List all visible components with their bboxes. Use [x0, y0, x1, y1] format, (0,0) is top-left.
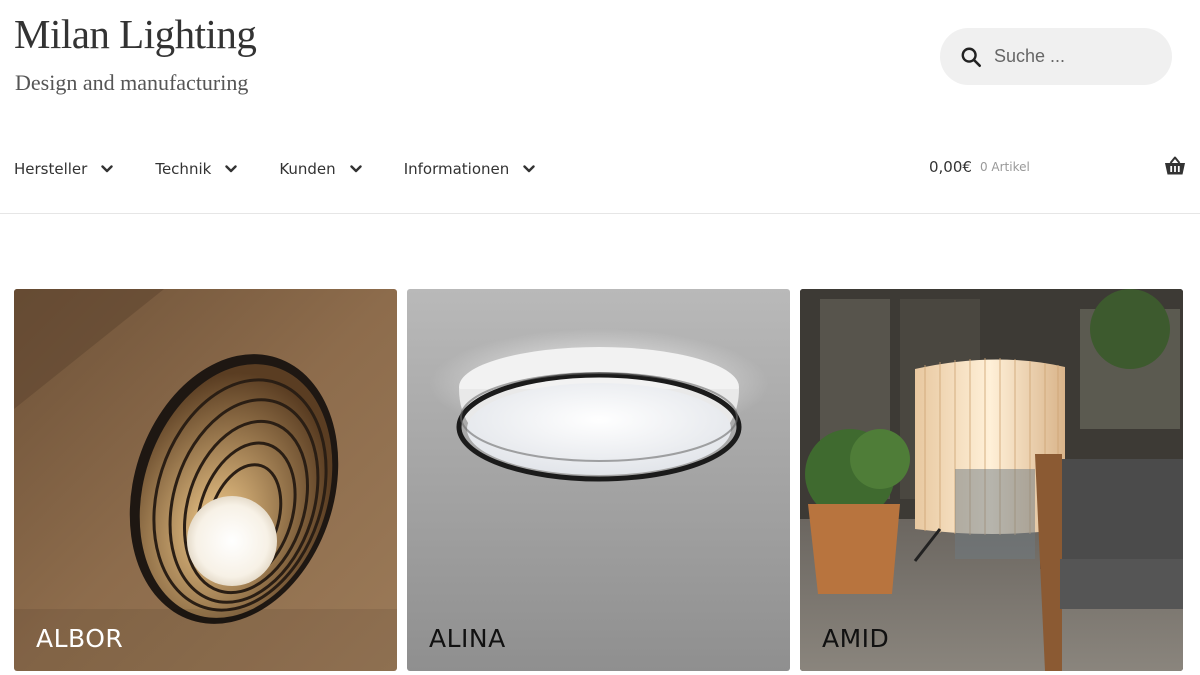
chevron-down-icon [101, 165, 114, 173]
nav-item-technik[interactable]: Technik [155, 160, 238, 178]
search-box[interactable] [940, 28, 1172, 85]
albor-product-image [14, 289, 397, 671]
amid-product-image [800, 289, 1183, 671]
product-name: ALINA [429, 624, 506, 653]
product-name: AMID [822, 624, 890, 653]
product-tile-albor[interactable]: ALBOR [14, 289, 397, 671]
cart-count: 0 Artikel [979, 160, 1030, 174]
site-tagline: Design and manufacturing [15, 70, 249, 95]
nav-item-label: Informationen [403, 160, 510, 178]
nav-item-hersteller[interactable]: Hersteller [14, 160, 114, 178]
nav-item-label: Kunden [279, 160, 336, 178]
chevron-down-icon [523, 165, 535, 173]
product-tile-amid[interactable]: AMID [800, 289, 1183, 671]
cart-amount: 0,00€ [929, 158, 972, 176]
site-title[interactable]: Milan Lighting [14, 10, 257, 58]
primary-nav: Hersteller Technik Kunden Informationen [14, 158, 577, 180]
alina-product-image [407, 289, 790, 671]
nav-item-kunden[interactable]: Kunden [279, 160, 362, 178]
nav-item-informationen[interactable]: Informationen [404, 160, 536, 178]
chevron-down-icon [349, 165, 362, 173]
search-input[interactable] [994, 42, 1154, 70]
nav-item-label: Hersteller [14, 160, 88, 178]
cart-summary[interactable]: 0,00€ 0 Artikel [929, 158, 1030, 176]
product-tile-alina[interactable]: ALINA [407, 289, 790, 671]
nav-item-label: Technik [155, 160, 212, 178]
search-icon[interactable] [960, 46, 982, 68]
site-header: Milan Lighting Design and manufacturing … [0, 0, 1200, 214]
basket-icon[interactable] [1164, 156, 1186, 176]
chevron-down-icon [225, 165, 238, 173]
product-name: ALBOR [36, 624, 124, 653]
